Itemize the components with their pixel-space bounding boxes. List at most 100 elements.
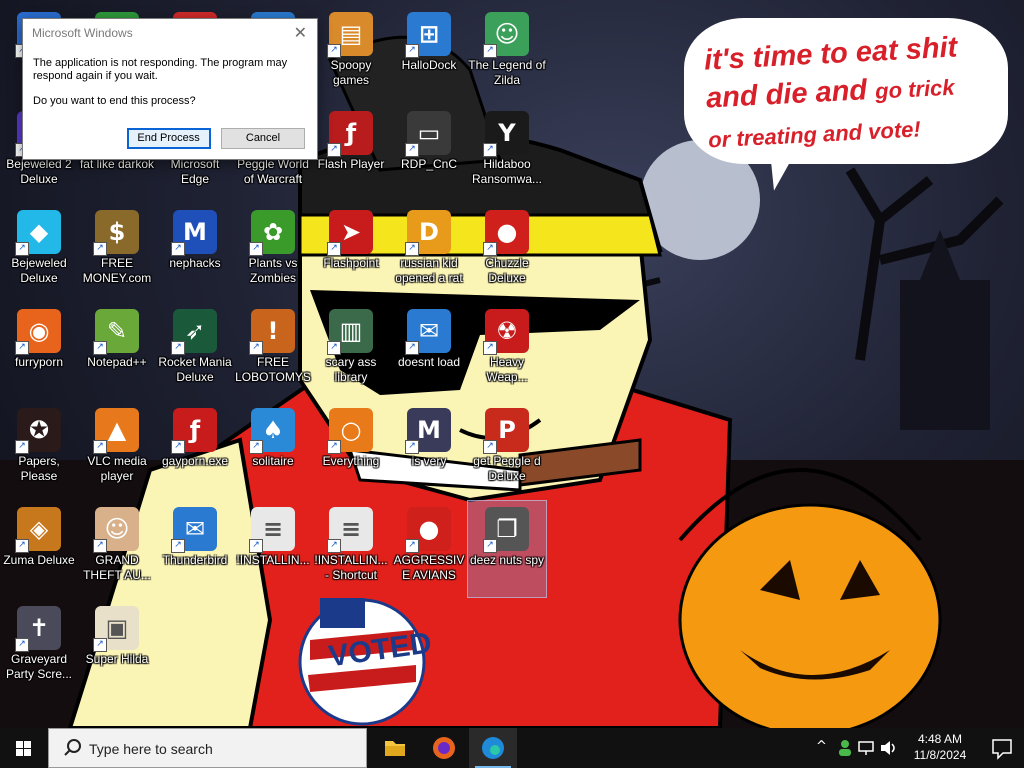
desktop-icon-label: Flashpoint bbox=[323, 256, 379, 270]
desktop-icon[interactable]: ▣ ↗ Super Hilda bbox=[78, 600, 156, 696]
desktop-icon-label: gayporn.exe bbox=[161, 454, 229, 468]
desktop-icon-label: Hildaboo Ransomwa... bbox=[471, 157, 543, 186]
notification-center-button[interactable] bbox=[980, 728, 1024, 768]
desktop-icon[interactable]: ▲ ↗ VLC media player bbox=[78, 402, 156, 498]
taskbar-clock[interactable]: 4:48 AM 11/8/2024 bbox=[904, 731, 976, 763]
desktop-icon[interactable]: ☢ ↗ Heavy Weap... bbox=[468, 303, 546, 399]
desktop-icon-label: HalloDock bbox=[401, 58, 457, 72]
window-stack-icon: ❐ ↗ bbox=[483, 507, 529, 553]
desktop-icon-label: Heavy Weap... bbox=[486, 355, 528, 384]
desktop-icon[interactable]: ○ ↗ Everything bbox=[312, 402, 390, 498]
flashpoint-icon: ➤ ↗ bbox=[327, 210, 373, 256]
dialog-message-line-1: The application is not responding. The p… bbox=[33, 57, 288, 82]
folder-icon bbox=[385, 741, 405, 756]
desktop-icon[interactable]: ❐ ↗ deez nuts spy bbox=[467, 500, 547, 598]
shortcut-arrow-icon: ↗ bbox=[405, 341, 419, 355]
desktop-icon[interactable]: M ↗ is very bbox=[390, 402, 468, 498]
end-process-button[interactable]: End Process bbox=[126, 128, 211, 149]
desktop-icon[interactable]: ◈ ↗ Zuma Deluxe bbox=[0, 501, 78, 597]
shortcut-arrow-icon: ↗ bbox=[405, 242, 419, 256]
radiation-icon: ☢ ↗ bbox=[483, 309, 529, 355]
shortcut-arrow-icon: ↗ bbox=[171, 242, 185, 256]
taskbar-edge[interactable] bbox=[469, 728, 517, 768]
desktop-icon-label: Flash Player bbox=[317, 157, 385, 171]
desktop-icon[interactable]: ♠ ↗ solitaire bbox=[234, 402, 312, 498]
money-bag-icon: $ ↗ bbox=[93, 210, 139, 256]
desktop-icon[interactable]: ☺ ↗ GRAND THEFT AU... bbox=[78, 501, 156, 597]
shortcut-arrow-icon: ↗ bbox=[93, 440, 107, 454]
taskbar-search-box[interactable]: Type here to search bbox=[48, 728, 367, 768]
desktop-icon[interactable]: ≡ ↗ !INSTALLIN... bbox=[234, 501, 312, 597]
desktop-icon[interactable]: ▤ ↗ Spoopy games bbox=[312, 6, 390, 102]
diamond-icon: ◆ ↗ bbox=[15, 210, 61, 256]
desktop-icon-label: Microsoft Edge bbox=[170, 157, 220, 186]
close-icon[interactable]: ✕ bbox=[294, 19, 307, 47]
desktop-icon[interactable]: ● ↗ Chuzzle Deluxe bbox=[468, 204, 546, 300]
desktop-icon[interactable]: ◉ ↗ furryporn bbox=[0, 303, 78, 399]
desktop-icon-label: Plants vs Zombies bbox=[248, 256, 298, 285]
desktop-icon-label: Spoopy games bbox=[330, 58, 372, 87]
network-icon[interactable] bbox=[858, 740, 876, 756]
bubble-line-2b: go trick bbox=[874, 74, 956, 104]
shortcut-arrow-icon: ↗ bbox=[15, 638, 29, 652]
shortcut-arrow-icon: ↗ bbox=[405, 539, 419, 553]
chevron-up-icon[interactable]: ^ bbox=[816, 739, 827, 754]
shortcut-arrow-icon: ↗ bbox=[327, 341, 341, 355]
cancel-button[interactable]: Cancel bbox=[221, 128, 305, 149]
desktop-icon[interactable]: ▭ ↗ RDP_CnC bbox=[390, 105, 468, 201]
shortcut-arrow-icon: ↗ bbox=[93, 242, 107, 256]
desktop-icon-label: Notepad++ bbox=[87, 355, 147, 369]
desktop-icon[interactable]: ✝ ↗ Graveyard Party Scre... bbox=[0, 600, 78, 696]
desktop-icon-label: Bejeweled Deluxe bbox=[11, 256, 67, 285]
not-responding-dialog: Microsoft Windows ✕ The application is n… bbox=[22, 18, 318, 160]
desktop-icon-label: RDP_CnC bbox=[400, 157, 457, 171]
desktop-icon[interactable]: ✎ ↗ Notepad++ bbox=[78, 303, 156, 399]
desktop-icon[interactable]: ✉ ↗ Thunderbird bbox=[156, 501, 234, 597]
desktop-icon[interactable]: ✉ ↗ doesnt load bbox=[390, 303, 468, 399]
desktop-icon[interactable]: ➤ ↗ Flashpoint bbox=[312, 204, 390, 300]
desktop-icon[interactable]: ✿ ↗ Plants vs Zombies bbox=[234, 204, 312, 300]
desktop-icon[interactable]: ➶ ↗ Rocket Mania Deluxe bbox=[156, 303, 234, 399]
desktop-icon[interactable]: P ↗ get Peggle d Deluxe bbox=[468, 402, 546, 498]
flash-icon: ƒ ↗ bbox=[171, 408, 217, 454]
dialog-message-line-2: Do you want to end this process? bbox=[33, 95, 196, 107]
desktop-icon[interactable]: $ ↗ FREE MONEY.com bbox=[78, 204, 156, 300]
shortcut-arrow-icon: ↗ bbox=[483, 143, 497, 157]
desktop-icon[interactable]: ◆ ↗ Bejeweled Deluxe bbox=[0, 204, 78, 300]
desktop-icon[interactable]: ▥ ↗ scary ass library bbox=[312, 303, 390, 399]
yashma-icon: Y ↗ bbox=[483, 111, 529, 157]
shortcut-arrow-icon: ↗ bbox=[15, 242, 29, 256]
shortcut-arrow-icon: ↗ bbox=[93, 638, 107, 652]
shortcut-arrow-icon: ↗ bbox=[93, 341, 107, 355]
desktop-icon[interactable]: ≡ ↗ !INSTALLIN... - Shortcut bbox=[312, 501, 390, 597]
desktop-icon-label: Super Hilda bbox=[85, 652, 149, 666]
desktop-icon[interactable]: ✪ ↗ Papers, Please bbox=[0, 402, 78, 498]
shortcut-arrow-icon: ↗ bbox=[15, 440, 29, 454]
chuzzle-icon: ● ↗ bbox=[483, 210, 529, 256]
graveyard-icon: ✝ ↗ bbox=[15, 606, 61, 652]
desktop-icon[interactable]: D ↗ russian kid opened a rat bbox=[390, 204, 468, 300]
desktop-icon[interactable]: ☺ ↗ The Legend of Zilda bbox=[468, 6, 546, 102]
library-icon: ▥ ↗ bbox=[327, 309, 373, 355]
desktop-icon-label: FREE MONEY.com bbox=[82, 256, 152, 285]
desktop-icon[interactable]: ƒ ↗ Flash Player bbox=[312, 105, 390, 201]
volume-icon[interactable] bbox=[880, 740, 898, 756]
desktop-icon-label: AGGRESSIVE AVIANS bbox=[393, 553, 465, 582]
notification-icon bbox=[992, 739, 1012, 760]
user-people-icon[interactable] bbox=[836, 739, 854, 757]
desktop-icon[interactable]: ! ↗ FREE LOBOTOMYS bbox=[234, 303, 312, 399]
firefox-icon bbox=[433, 737, 455, 759]
desktop-icon-label: Thunderbird bbox=[162, 553, 228, 567]
dialog-titlebar[interactable]: Microsoft Windows ✕ bbox=[23, 19, 317, 47]
start-button[interactable] bbox=[0, 728, 48, 768]
desktop-icon[interactable]: M ↗ nephacks bbox=[156, 204, 234, 300]
search-icon bbox=[64, 739, 81, 756]
desktop-icon[interactable]: ● ↗ AGGRESSIVE AVIANS bbox=[390, 501, 468, 597]
taskbar-file-explorer[interactable] bbox=[371, 728, 419, 768]
shortcut-arrow-icon: ↗ bbox=[483, 341, 497, 355]
desktop-icon[interactable]: ⊞ ↗ HalloDock bbox=[390, 6, 468, 102]
desktop-icon[interactable]: Y ↗ Hildaboo Ransomwa... bbox=[468, 105, 546, 201]
desktop-icon[interactable]: ƒ ↗ gayporn.exe bbox=[156, 402, 234, 498]
taskbar-firefox[interactable] bbox=[420, 728, 468, 768]
desktop-icon-label: Rocket Mania Deluxe bbox=[158, 355, 232, 384]
